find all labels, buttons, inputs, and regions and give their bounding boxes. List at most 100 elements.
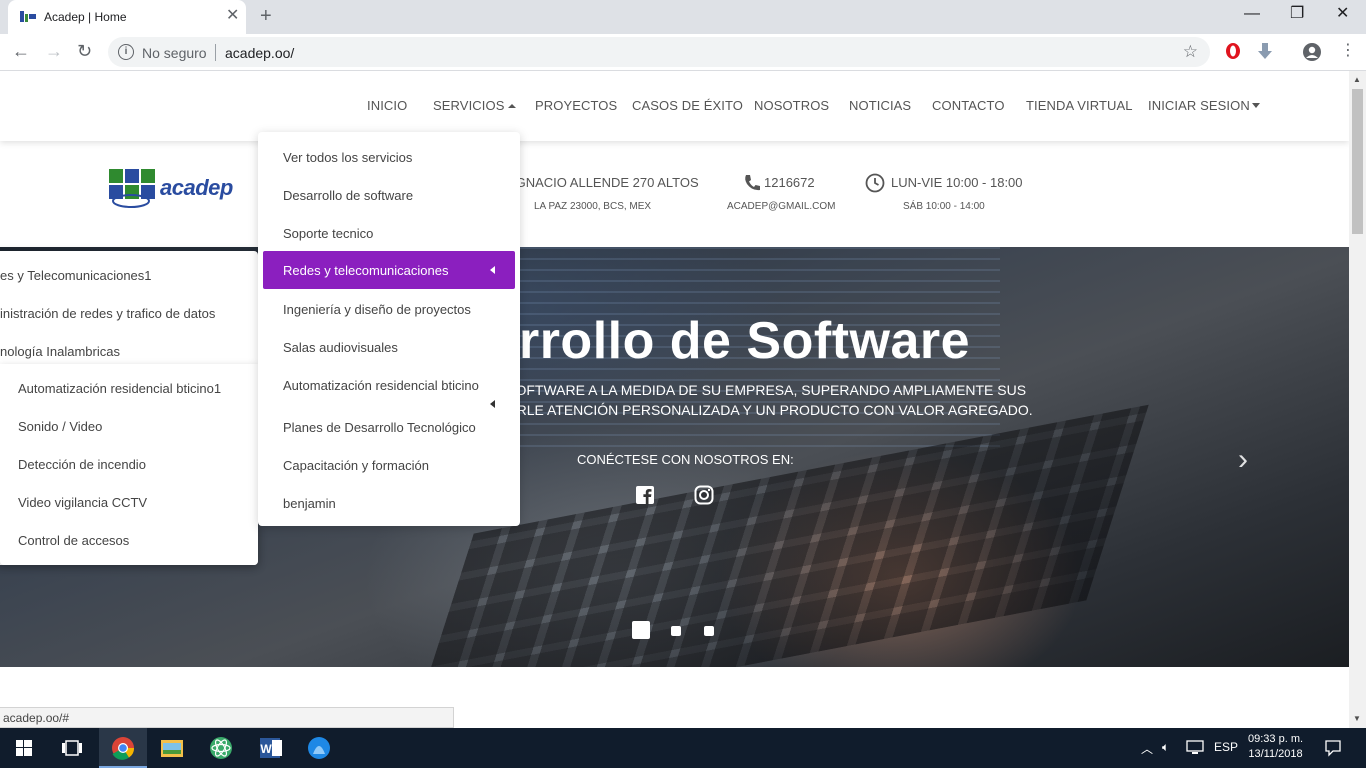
submenu-item[interactable]: es y Telecomunicaciones1 [0, 268, 152, 283]
clock-icon [865, 173, 885, 193]
notifications-icon[interactable] [1324, 739, 1342, 757]
dropdown-item[interactable]: Salas audiovisuales [283, 340, 398, 355]
caret-down-icon [1251, 103, 1260, 108]
download-extension-icon[interactable] [1256, 42, 1274, 60]
nav-casos-de-exito[interactable]: CASOS DE ÉXITO [632, 98, 743, 113]
submenu2-item[interactable]: Sonido / Video [18, 419, 102, 434]
language-indicator[interactable]: ESP [1214, 740, 1238, 754]
back-arrow-icon[interactable]: ← [12, 40, 30, 62]
site-navigation: INICIO SERVICIOS PROYECTOS CASOS DE ÉXIT… [0, 71, 1349, 141]
submenu-item[interactable]: inistración de redes y trafico de datos [0, 306, 215, 321]
dropdown-item[interactable]: Ver todos los servicios [283, 150, 412, 165]
minimize-icon[interactable]: — [1244, 4, 1260, 24]
atom-editor-icon[interactable] [197, 728, 245, 768]
acadep-logo[interactable]: acadep [105, 165, 265, 211]
nav-tienda-virtual[interactable]: TIENDA VIRTUAL [1026, 98, 1133, 113]
scroll-thumb[interactable] [1352, 89, 1363, 234]
dropdown-item[interactable]: Automatización residencial bticino [283, 378, 479, 393]
dropdown-item[interactable]: Capacitación y formación [283, 458, 429, 473]
window-close-icon[interactable]: ✕ [1336, 4, 1349, 24]
dropdown-item[interactable]: Soporte tecnico [283, 226, 373, 241]
tray-overflow-icon[interactable]: ︿ [1141, 740, 1153, 757]
forward-arrow-icon[interactable]: → [45, 40, 63, 62]
dropdown-item-active[interactable]: Redes y telecomunicaciones [263, 251, 515, 289]
opera-extension-icon[interactable] [1224, 42, 1242, 60]
menu-kebab-icon[interactable]: ⋮ [1340, 40, 1356, 62]
submenu-arrow-icon [490, 400, 495, 408]
url-divider [215, 44, 216, 61]
volume-icon[interactable]: 🔈︎ [1162, 740, 1169, 755]
nav-proyectos[interactable]: PROYECTOS [535, 98, 617, 113]
business-hours: LUN-VIE 10:00 - 18:00 [891, 175, 1023, 190]
submenu-arrow-icon [490, 266, 495, 274]
automatizacion-submenu: Automatización residencial bticino1 Soni… [0, 364, 258, 565]
scroll-down-icon[interactable]: ▼ [1353, 714, 1361, 723]
file-explorer-icon[interactable] [148, 728, 196, 768]
connect-label: CONÉCTESE CON NOSOTROS EN: [577, 452, 794, 467]
logo-mark-icon [109, 169, 155, 208]
browser-tab-strip: Acadep | Home ✕ + — ❐ ✕ [0, 0, 1366, 34]
windows-start-icon[interactable] [0, 728, 48, 768]
nav-servicios[interactable]: SERVICIOS [433, 98, 517, 113]
submenu-item[interactable]: nología Inalambricas [0, 344, 120, 359]
submenu2-item[interactable]: Detección de incendio [18, 457, 146, 472]
address-bar[interactable]: i No seguro acadep.oo/ ☆ [108, 37, 1210, 67]
word-icon[interactable]: W [246, 728, 294, 768]
address-sub: LA PAZ 23000, BCS, MEX [534, 201, 652, 212]
chrome-taskbar-button[interactable] [99, 728, 147, 768]
info-icon[interactable]: i [118, 44, 134, 60]
profile-icon[interactable] [1302, 42, 1322, 62]
security-label[interactable]: No seguro [142, 45, 207, 61]
logo-text: acadep [160, 175, 233, 200]
web-page: INICIO SERVICIOS PROYECTOS CASOS DE ÉXIT… [0, 71, 1349, 728]
windows-taskbar: W ︿ 🔈︎ ESP 09:33 p. m. 13/11/2018 [0, 728, 1366, 768]
clock-date: 13/11/2018 [1248, 748, 1303, 760]
carousel-dot-3[interactable] [704, 626, 714, 636]
nav-nosotros[interactable]: NOSOTROS [754, 98, 829, 113]
email-address: ACADEP@GMAIL.COM [727, 201, 836, 212]
status-bar-url: acadep.oo/# [0, 707, 454, 728]
url-text[interactable]: acadep.oo/ [225, 45, 294, 61]
dropdown-item[interactable]: Desarrollo de software [283, 188, 413, 203]
network-icon[interactable] [1186, 740, 1204, 756]
carousel-next-icon[interactable]: › [1238, 443, 1248, 477]
system-clock[interactable]: 09:33 p. m. 13/11/2018 [1248, 732, 1303, 762]
restore-icon[interactable]: ❐ [1290, 4, 1304, 24]
dropdown-item[interactable]: Planes de Desarrollo Tecnológico [283, 420, 476, 435]
submenu2-item[interactable]: Automatización residencial bticino1 [18, 381, 221, 396]
app-taskbar-icon[interactable] [295, 728, 343, 768]
nav-iniciar-sesion[interactable]: INICIAR SESION [1148, 98, 1260, 113]
new-tab-icon[interactable]: + [260, 5, 272, 27]
clock-time: 09:33 p. m. [1248, 733, 1304, 745]
carousel-dot-1[interactable] [632, 621, 650, 639]
phone-icon [745, 175, 760, 191]
tab-close-icon[interactable]: ✕ [226, 7, 239, 25]
acadep-favicon-icon [20, 11, 36, 22]
nav-servicios-label: SERVICIOS [433, 98, 505, 113]
scroll-up-icon[interactable]: ▲ [1353, 75, 1361, 84]
contact-info-bar: acadep IGNACIO ALLENDE 270 ALTOS LA PAZ … [0, 141, 1349, 247]
saturday-hours: SÁB 10:00 - 14:00 [903, 201, 985, 212]
submenu2-item[interactable]: Control de accesos [18, 533, 129, 548]
nav-contacto[interactable]: CONTACTO [932, 98, 1005, 113]
caret-up-icon [508, 104, 517, 108]
chrome-icon [112, 737, 135, 760]
carousel-dot-2[interactable] [671, 626, 681, 636]
page-scrollbar[interactable]: ▲ ▼ [1349, 71, 1366, 728]
dropdown-active-label: Redes y telecomunicaciones [283, 263, 449, 278]
browser-toolbar: ← → ↻ i No seguro acadep.oo/ ☆ ⋮ [0, 34, 1366, 71]
reload-icon[interactable]: ↻ [77, 40, 92, 62]
address-line: IGNACIO ALLENDE 270 ALTOS [512, 175, 699, 190]
facebook-icon[interactable] [635, 485, 655, 505]
dropdown-item[interactable]: Ingeniería y diseño de proyectos [283, 302, 471, 317]
nav-inicio[interactable]: INICIO [367, 98, 407, 113]
task-view-icon[interactable] [48, 728, 96, 768]
instagram-icon[interactable] [694, 485, 714, 505]
nav-noticias[interactable]: NOTICIAS [849, 98, 911, 113]
dropdown-item[interactable]: benjamin [283, 496, 336, 511]
svg-text:W: W [260, 742, 272, 756]
submenu2-item[interactable]: Video vigilancia CCTV [18, 495, 147, 510]
tab-title: Acadep | Home [44, 10, 127, 24]
bookmark-star-icon[interactable]: ☆ [1183, 42, 1198, 62]
browser-tab[interactable]: Acadep | Home ✕ [8, 0, 246, 34]
